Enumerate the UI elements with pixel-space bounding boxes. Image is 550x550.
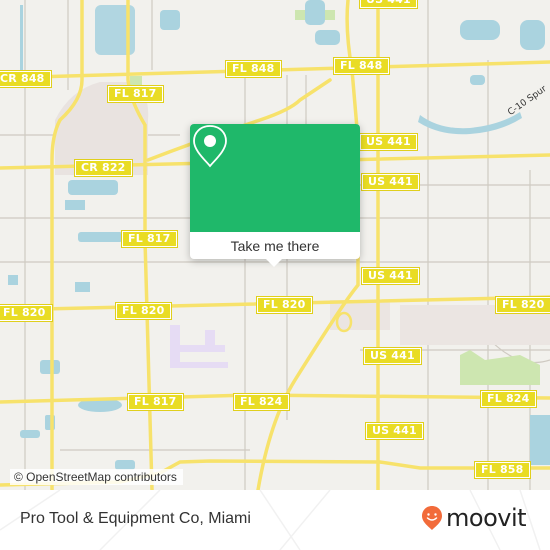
road-shield-fl858: FL 858 <box>474 461 531 479</box>
moovit-wordmark: moovit <box>446 504 527 532</box>
road-shield-us441-b: US 441 <box>361 173 420 191</box>
road-shield-fl817-c: FL 817 <box>127 393 184 411</box>
moovit-logo[interactable]: moovit <box>421 504 527 532</box>
footer: Pro Tool & Equipment Co, Miami moovit <box>0 490 550 550</box>
road-shield-us441-a: US 441 <box>359 133 418 151</box>
road-shield-cr848-w: CR 848 <box>0 70 52 88</box>
take-me-there-button[interactable]: Take me there <box>190 232 360 259</box>
map[interactable]: CR 848 FL 848 FL 848 US 441 FL 817 CR 82… <box>0 0 550 490</box>
road-shield-us441-c: US 441 <box>361 267 420 285</box>
road-shield-us441-d: US 441 <box>363 347 422 365</box>
road-shield-fl820-w: FL 820 <box>0 304 53 322</box>
road-shield-fl820-e: FL 820 <box>495 296 550 314</box>
moovit-pin-icon <box>422 506 442 530</box>
location-popup: Take me there <box>190 124 360 267</box>
map-pin-icon <box>193 125 227 168</box>
place-name: Pro Tool & Equipment Co, Miami <box>20 510 251 527</box>
road-shield-fl817-a: FL 817 <box>107 85 164 103</box>
road-shield-fl848-b: FL 848 <box>333 57 390 75</box>
road-shield-fl817-b: FL 817 <box>121 230 178 248</box>
road-shield-cr822: CR 822 <box>74 159 133 177</box>
road-shield-fl824-e: FL 824 <box>480 390 537 408</box>
popup-header <box>190 124 360 232</box>
road-shield-fl848-a: FL 848 <box>225 60 282 78</box>
road-shield-fl820-b: FL 820 <box>256 296 313 314</box>
popup-pointer <box>265 258 283 267</box>
road-shield-fl820-a: FL 820 <box>115 302 172 320</box>
map-attribution[interactable]: © OpenStreetMap contributors <box>10 469 183 485</box>
road-shield-us441-e: US 441 <box>365 422 424 440</box>
road-shield-fl824-a: FL 824 <box>233 393 290 411</box>
road-shield-us441-top: US 441 <box>359 0 418 9</box>
